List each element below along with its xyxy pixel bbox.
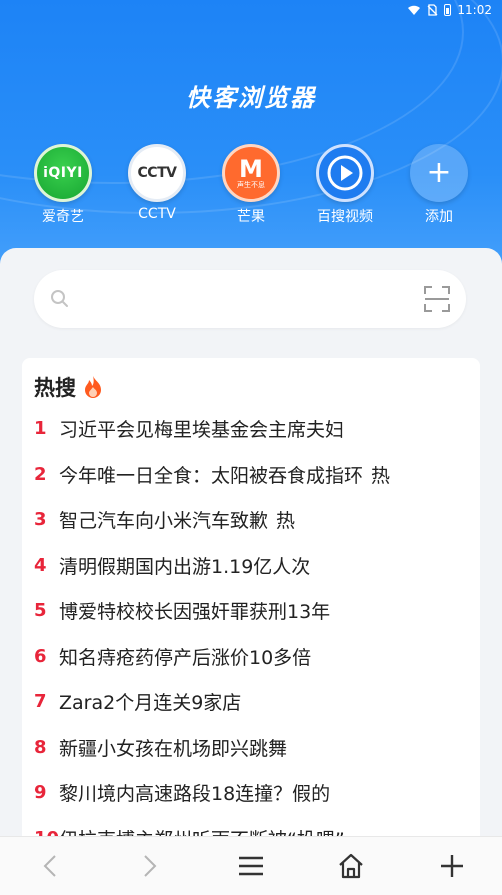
hot-text: 知名痔疮药停产后涨价10多倍 — [59, 646, 312, 669]
shortcut-label: 芒果 — [237, 209, 265, 225]
scan-icon[interactable] — [424, 286, 450, 312]
hot-rank: 3 — [34, 509, 47, 531]
hot-rank: 6 — [34, 645, 47, 667]
flame-icon — [85, 376, 101, 398]
add-icon: + — [410, 144, 468, 202]
hot-rank: 8 — [34, 736, 47, 758]
battery-icon — [444, 4, 452, 16]
wifi-icon — [408, 5, 421, 15]
search-icon — [51, 290, 68, 307]
shortcut-label: CCTV — [138, 206, 176, 222]
hot-rank: 7 — [34, 691, 47, 713]
hero-header: 11:02 快客浏览器 iQIYI 爱奇艺 CCTV CCTV M 声生不息 芒… — [0, 0, 502, 290]
status-bar: 11:02 — [0, 0, 502, 22]
forward-button[interactable] — [134, 851, 164, 881]
hot-text: Zara2个月连关9家店 — [59, 692, 242, 715]
shortcut-baisou-video[interactable]: 百搜视频 — [310, 144, 380, 226]
back-arrow-icon — [43, 855, 56, 877]
shortcut-iqiyi[interactable]: iQIYI 爱奇艺 — [28, 144, 98, 226]
hot-item-3[interactable]: 3 智己汽车向小米汽车致歉热 — [22, 497, 480, 543]
plus-icon — [441, 855, 463, 877]
hot-rank: 4 — [34, 554, 47, 576]
hot-rank: 1 — [34, 418, 47, 440]
menu-button[interactable] — [236, 851, 266, 881]
no-sim-icon — [427, 4, 438, 16]
home-button[interactable] — [336, 851, 366, 881]
hot-text: 新疆小女孩在机场即兴跳舞 — [59, 737, 288, 760]
hot-text: 智己汽车向小米汽车致歉 — [59, 510, 269, 533]
hot-search-list: 1 习近平会见梅里埃基金会主席夫妇 2 今年唯一日全食：太阳被吞食成指环热 3 智己汽… — [22, 406, 480, 861]
hot-item-9[interactable]: 9 黎川境内高速路段18连撞？假的 — [22, 770, 480, 816]
mango-logo-icon: M 声生不息 — [222, 144, 280, 202]
bottom-nav-bar — [0, 836, 502, 895]
shortcut-label: 爱奇艺 — [42, 209, 84, 225]
shortcut-label: 添加 — [425, 209, 453, 225]
shortcut-mango[interactable]: M 声生不息 芒果 — [216, 144, 286, 226]
hot-text: 今年唯一日全食：太阳被吞食成指环 — [59, 464, 364, 487]
back-button[interactable] — [36, 851, 66, 881]
hot-text: 习近平会见梅里埃基金会主席夫妇 — [59, 419, 345, 442]
hot-search-title: 热搜 — [34, 372, 104, 402]
menu-icon — [239, 856, 263, 876]
hot-text: 博爱特校校长因强奸罪获刑13年 — [59, 601, 331, 624]
hot-search-card: 热搜 1 习近平会见梅里埃基金会主席夫妇 2 今年唯一日全食：太阳被吞食成指环热 3… — [22, 358, 480, 858]
hot-tag: 热 — [371, 464, 391, 487]
hot-item-7[interactable]: 7 Zara2个月连关9家店 — [22, 679, 480, 725]
hot-item-1[interactable]: 1 习近平会见梅里埃基金会主席夫妇 — [22, 406, 480, 452]
new-tab-button[interactable] — [437, 851, 467, 881]
hot-rank: 5 — [34, 600, 47, 622]
shortcut-add[interactable]: + 添加 — [404, 144, 474, 226]
search-input[interactable] — [80, 284, 414, 316]
forward-arrow-icon — [144, 855, 157, 877]
shortcut-label: 百搜视频 — [317, 209, 373, 225]
hot-item-5[interactable]: 5 博爱特校校长因强奸罪获刑13年 — [22, 588, 480, 634]
app-title: 快客浏览器 — [186, 84, 316, 112]
home-icon — [339, 853, 363, 879]
hot-tag: 热 — [276, 510, 296, 533]
shortcut-cctv[interactable]: CCTV CCTV — [122, 144, 192, 222]
hot-rank: 2 — [34, 463, 47, 485]
content-sheet: 热搜 1 习近平会见梅里埃基金会主席夫妇 2 今年唯一日全食：太阳被吞食成指环热 3… — [0, 248, 502, 858]
hot-item-4[interactable]: 4 清明假期国内出游1.19亿人次 — [22, 543, 480, 589]
hot-text: 黎川境内高速路段18连撞？假的 — [59, 783, 331, 806]
hot-item-8[interactable]: 8 新疆小女孩在机场即兴跳舞 — [22, 725, 480, 771]
hot-rank: 9 — [34, 782, 47, 804]
hot-item-6[interactable]: 6 知名痔疮药停产后涨价10多倍 — [22, 634, 480, 680]
play-icon — [327, 155, 363, 191]
hot-text: 清明假期国内出游1.19亿人次 — [59, 555, 311, 578]
baisou-video-logo-icon — [316, 144, 374, 202]
hot-item-2[interactable]: 2 今年唯一日全食：太阳被吞食成指环热 — [22, 452, 480, 498]
cctv-logo-icon: CCTV — [128, 144, 186, 202]
status-time: 11:02 — [457, 3, 492, 17]
iqiyi-logo-icon: iQIYI — [34, 144, 92, 202]
search-bar[interactable] — [34, 270, 466, 328]
